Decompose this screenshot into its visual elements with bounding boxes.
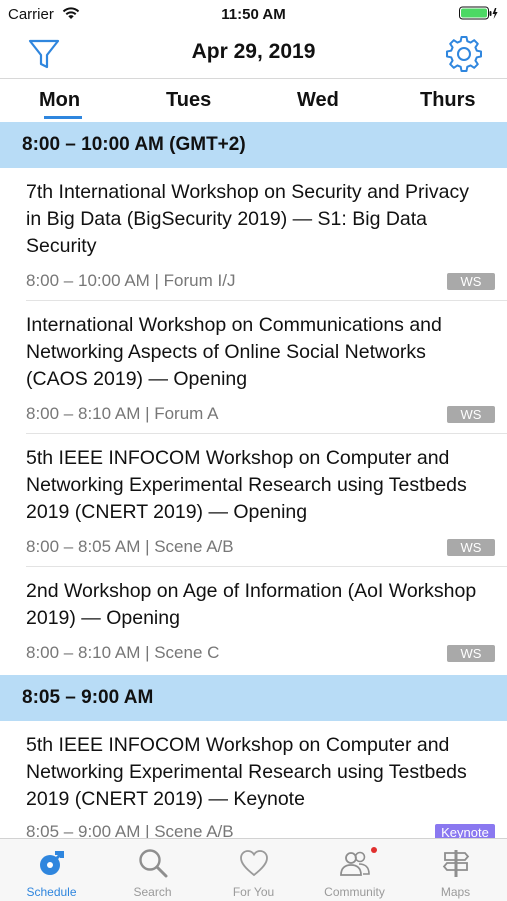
selected-tab-indicator	[44, 116, 82, 119]
time-section-header: 8:05 – 9:00 AM	[0, 675, 507, 721]
battery-icon	[459, 6, 498, 20]
tab-label: Schedule	[26, 885, 77, 899]
event-title: 5th IEEE INFOCOM Workshop on Computer an…	[26, 447, 467, 523]
day-tabs: Mon Tues Wed Thurs	[0, 79, 507, 121]
tab-label: For You	[232, 885, 275, 899]
event-time-location: 8:00 – 10:00 AM | Forum I/J	[26, 271, 236, 290]
event-type-badge: WS	[447, 539, 495, 556]
event-title: 7th International Workshop on Security a…	[26, 181, 469, 257]
bottom-tab-bar: Schedule Search For You Community Maps	[0, 838, 507, 901]
event-row[interactable]: 7th International Workshop on Security a…	[0, 168, 507, 301]
tab-tues[interactable]: Tues	[166, 89, 211, 112]
signpost-icon	[442, 850, 470, 877]
schedule-list[interactable]: 8:00 – 10:00 AM (GMT+2) 7th Internationa…	[0, 122, 507, 838]
notification-dot	[371, 847, 377, 853]
time-section-header: 8:00 – 10:00 AM (GMT+2)	[0, 122, 507, 168]
tab-for-you[interactable]: For You	[203, 839, 304, 901]
event-row[interactable]: 5th IEEE INFOCOM Workshop on Computer an…	[0, 721, 507, 838]
heart-icon	[240, 850, 268, 877]
event-type-badge: WS	[447, 273, 495, 290]
tab-label: Search	[133, 885, 172, 899]
tab-thurs[interactable]: Thurs	[420, 89, 476, 112]
event-time-location: 8:05 – 9:00 AM | Scene A/B	[26, 822, 234, 838]
navigation-bar: Apr 29, 2019	[0, 28, 507, 78]
clock: 11:50 AM	[221, 6, 286, 23]
schedule-icon	[40, 851, 64, 875]
event-title: 5th IEEE INFOCOM Workshop on Computer an…	[26, 734, 467, 810]
tab-maps[interactable]: Maps	[405, 839, 506, 901]
tab-label: Maps	[440, 885, 471, 899]
event-type-badge: Keynote	[435, 824, 495, 838]
event-type-badge: WS	[447, 406, 495, 423]
community-icon	[340, 851, 370, 876]
tab-label: Community	[324, 885, 385, 899]
settings-gear-icon[interactable]	[445, 34, 483, 72]
event-title: 2nd Workshop on Age of Information (AoI …	[26, 580, 477, 629]
event-time-location: 8:00 – 8:10 AM | Forum A	[26, 404, 219, 423]
tab-search[interactable]: Search	[102, 839, 203, 901]
date-title: Apr 29, 2019	[191, 40, 316, 63]
event-row[interactable]: 5th IEEE INFOCOM Workshop on Computer an…	[0, 434, 507, 567]
event-row[interactable]: International Workshop on Communications…	[0, 301, 507, 434]
event-time-location: 8:00 – 8:10 AM | Scene C	[26, 643, 220, 662]
tab-community[interactable]: Community	[304, 839, 405, 901]
event-time-location: 8:00 – 8:05 AM | Scene A/B	[26, 537, 234, 556]
event-type-badge: WS	[447, 645, 495, 662]
section-header-label: 8:00 – 10:00 AM (GMT+2)	[22, 134, 246, 155]
section-header-label: 8:05 – 9:00 AM	[22, 687, 154, 708]
tab-schedule[interactable]: Schedule	[1, 839, 102, 901]
event-row[interactable]: 2nd Workshop on Age of Information (AoI …	[0, 567, 507, 673]
tab-mon[interactable]: Mon	[39, 89, 80, 112]
tab-wed[interactable]: Wed	[297, 89, 339, 112]
event-title: International Workshop on Communications…	[26, 314, 442, 390]
search-icon	[139, 849, 168, 878]
status-bar: Carrier 11:50 AM	[0, 0, 507, 28]
